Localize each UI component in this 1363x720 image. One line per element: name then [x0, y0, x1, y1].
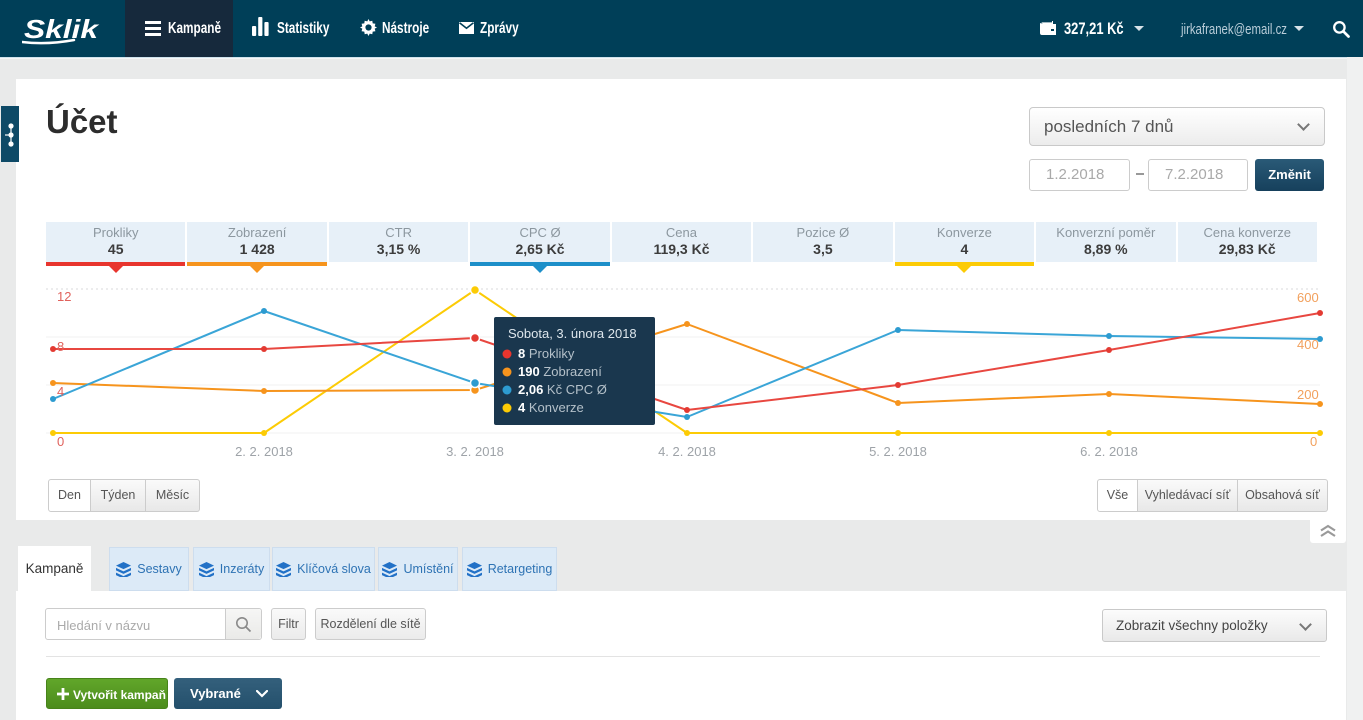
svg-text:5. 2. 2018: 5. 2. 2018	[869, 444, 927, 459]
svg-text:Sklik: Sklik	[24, 14, 100, 44]
svg-text:200: 200	[1297, 387, 1319, 402]
svg-text:Sobota, 3. února 2018: Sobota, 3. února 2018	[508, 326, 637, 341]
svg-text:4 Konverze: 4 Konverze	[518, 400, 584, 415]
svg-text:400: 400	[1297, 337, 1319, 352]
svg-text:8: 8	[57, 339, 64, 354]
svg-text:190 Zobrazení: 190 Zobrazení	[518, 364, 602, 379]
svg-text:4. 2. 2018: 4. 2. 2018	[658, 444, 716, 459]
svg-text:2,06 Kč CPC Ø: 2,06 Kč CPC Ø	[518, 382, 607, 397]
svg-text:2. 2. 2018: 2. 2. 2018	[235, 444, 293, 459]
svg-text:12: 12	[57, 289, 71, 304]
svg-text:0: 0	[57, 434, 64, 449]
svg-text:3. 2. 2018: 3. 2. 2018	[446, 444, 504, 459]
svg-text:4: 4	[57, 384, 64, 399]
svg-text:8 Prokliky: 8 Prokliky	[518, 346, 575, 361]
svg-text:600: 600	[1297, 290, 1319, 305]
svg-text:6. 2. 2018: 6. 2. 2018	[1080, 444, 1138, 459]
svg-text:0: 0	[1310, 434, 1317, 449]
